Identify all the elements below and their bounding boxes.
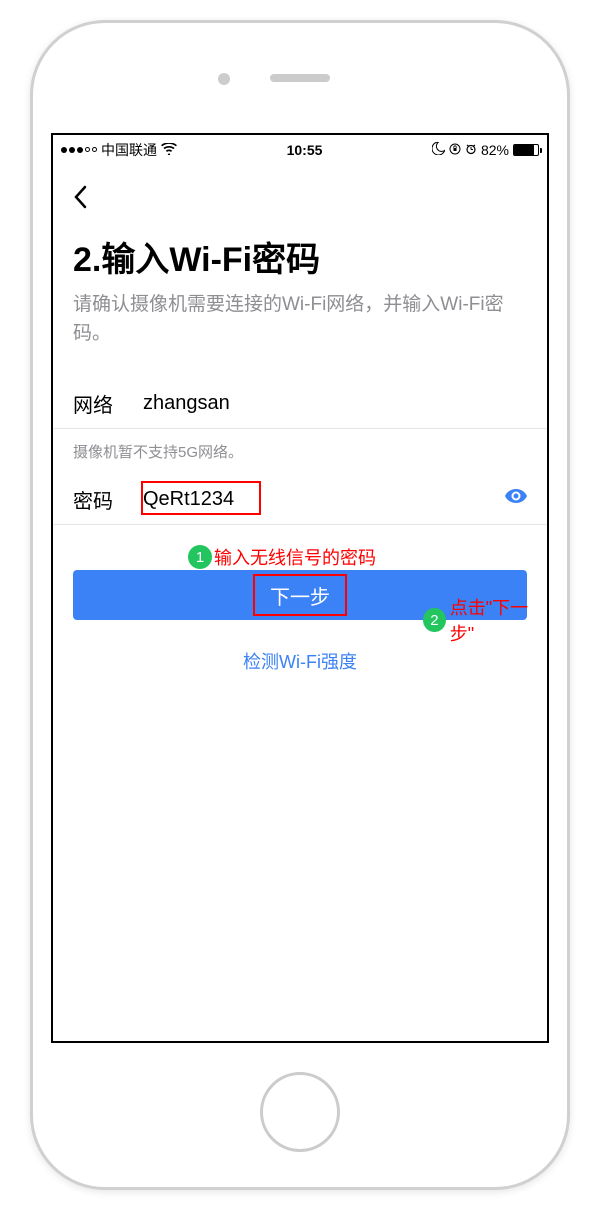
annotation-badge-2: 2 bbox=[423, 608, 446, 632]
password-input[interactable]: QeRt1234 bbox=[143, 488, 527, 511]
battery-icon bbox=[513, 144, 539, 156]
signal-strength-icon bbox=[61, 147, 97, 153]
status-right: 82% bbox=[432, 142, 539, 158]
annotation-text-2: 点击"下一步" bbox=[450, 594, 547, 646]
network-label: 网络 bbox=[73, 389, 143, 418]
speaker-icon bbox=[270, 74, 330, 82]
note-5g: 摄像机暂不支持5G网络。 bbox=[73, 429, 527, 474]
page-title: 2.输入Wi-Fi密码 bbox=[73, 232, 527, 281]
divider bbox=[53, 524, 547, 525]
page-subtitle: 请确认摄像机需要连接的Wi-Fi网络，并输入Wi-Fi密码。 bbox=[73, 291, 527, 348]
lock-icon bbox=[449, 142, 461, 158]
phone-top-bezel bbox=[33, 23, 567, 133]
password-row: 密码 QeRt1234 bbox=[73, 474, 527, 524]
password-label: 密码 bbox=[73, 485, 143, 514]
moon-icon bbox=[432, 142, 445, 158]
battery-percent: 82% bbox=[481, 142, 509, 158]
status-bar: 中国联通 10:55 82% bbox=[53, 135, 547, 165]
annotation-step-1: 1 输入无线信号的密码 bbox=[188, 544, 376, 570]
annotation-step-2: 2 点击"下一步" bbox=[423, 594, 547, 646]
screen: 中国联通 10:55 82% bbox=[51, 133, 549, 1043]
wifi-icon bbox=[161, 142, 177, 158]
annotation-text-1: 输入无线信号的密码 bbox=[214, 544, 376, 570]
status-left: 中国联通 bbox=[61, 140, 177, 160]
back-button[interactable] bbox=[73, 175, 527, 232]
next-button-label: 下一步 bbox=[270, 581, 330, 610]
annotation-badge-1: 1 bbox=[188, 545, 212, 569]
home-button[interactable] bbox=[260, 1072, 340, 1152]
network-value: zhangsan bbox=[143, 392, 527, 415]
alarm-icon bbox=[465, 142, 477, 158]
clock: 10:55 bbox=[287, 142, 323, 158]
network-row[interactable]: 网络 zhangsan bbox=[73, 378, 527, 428]
show-password-icon[interactable] bbox=[505, 489, 527, 508]
front-camera-icon bbox=[218, 73, 230, 85]
carrier-label: 中国联通 bbox=[101, 140, 157, 160]
check-wifi-link[interactable]: 检测Wi-Fi强度 bbox=[73, 648, 527, 674]
phone-frame: 中国联通 10:55 82% bbox=[30, 20, 570, 1190]
